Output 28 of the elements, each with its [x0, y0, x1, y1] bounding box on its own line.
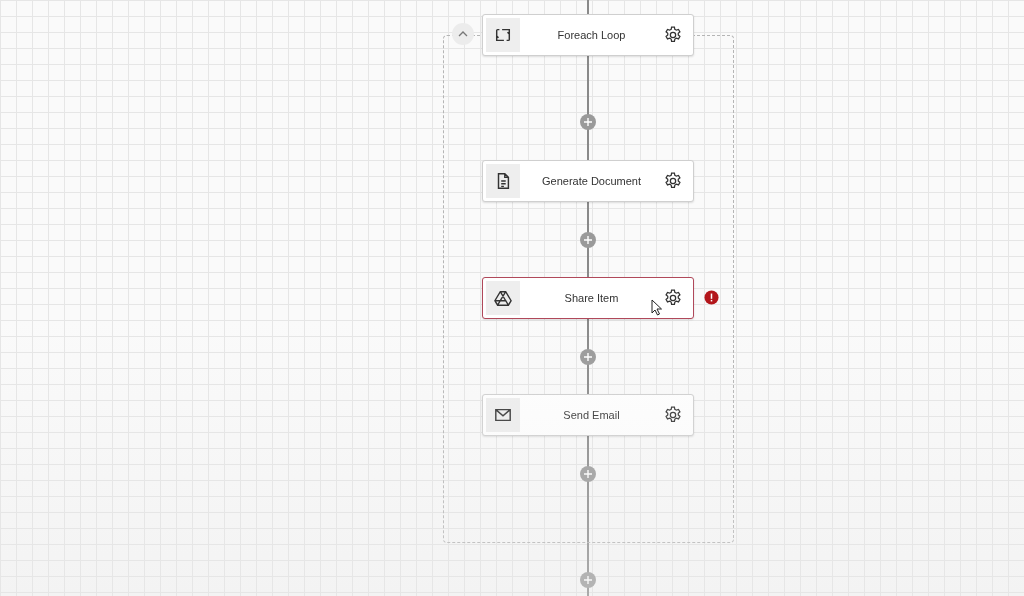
settings-icon[interactable]: [663, 25, 683, 45]
triangle-icon: [494, 289, 512, 307]
add-step-button[interactable]: [580, 572, 596, 588]
add-step-button[interactable]: [580, 114, 596, 130]
settings-icon[interactable]: [663, 171, 683, 191]
add-step-button[interactable]: [580, 232, 596, 248]
plus-icon: [584, 236, 592, 244]
step-node[interactable]: Generate Document: [482, 160, 694, 202]
plus-icon: [584, 576, 592, 584]
cursor-icon: [651, 299, 663, 316]
step-node[interactable]: Send Email: [482, 394, 694, 436]
step-node[interactable]: Share Item: [482, 277, 694, 319]
add-step-button[interactable]: [580, 466, 596, 482]
step-title: Generate Document: [540, 175, 643, 187]
settings-icon[interactable]: [663, 288, 683, 308]
step-title: Send Email: [562, 409, 621, 421]
plus-icon: [584, 353, 592, 361]
error-icon: [704, 290, 719, 305]
add-step-button[interactable]: [580, 349, 596, 365]
step-title: Foreach Loop: [556, 29, 627, 41]
step-title: Share Item: [563, 292, 620, 304]
settings-icon[interactable]: [663, 405, 683, 425]
collapse-button[interactable]: [452, 23, 474, 45]
plus-icon: [584, 118, 592, 126]
step-node[interactable]: Foreach Loop: [482, 14, 694, 56]
chevron-icon: [458, 31, 468, 37]
plus-icon: [584, 470, 592, 478]
envelope-icon: [494, 406, 512, 424]
